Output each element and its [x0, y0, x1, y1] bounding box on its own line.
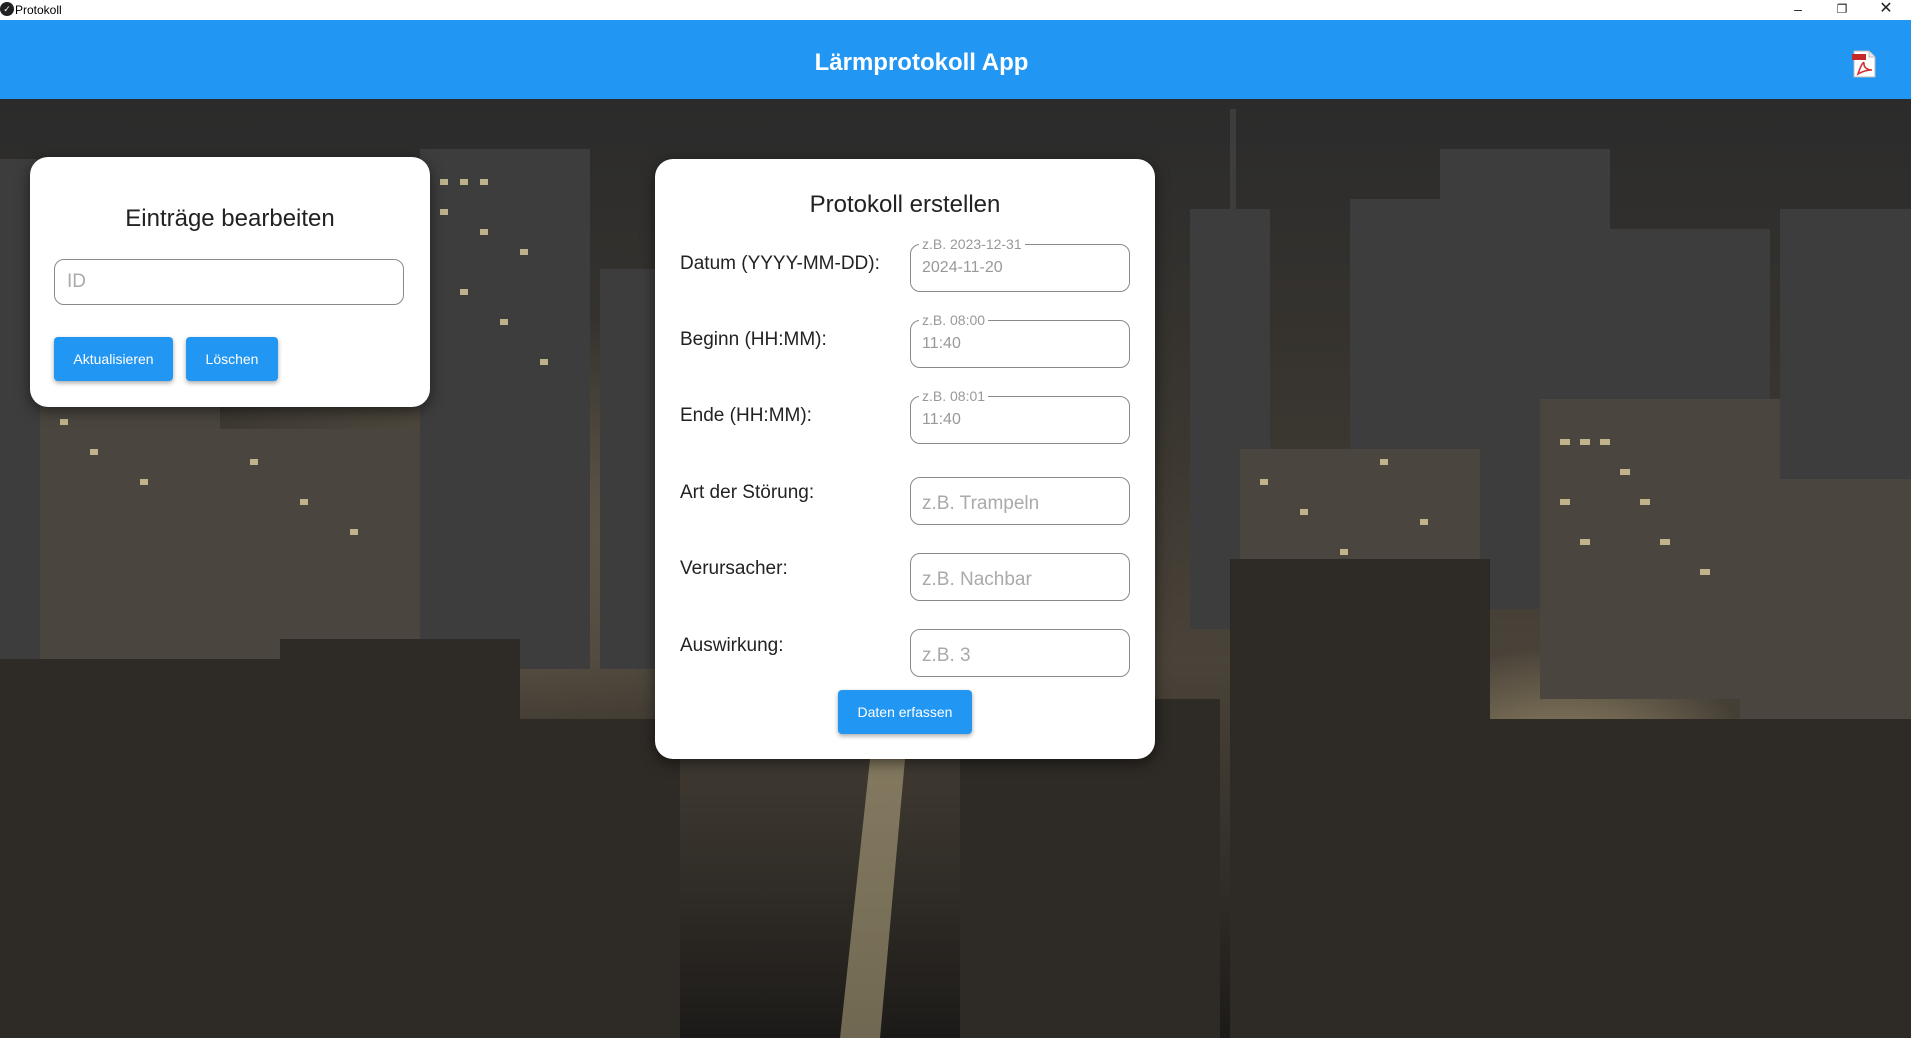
start-time-hint: z.B. 08:00 [919, 312, 989, 328]
delete-button[interactable]: Löschen [186, 337, 278, 381]
app-icon: ✓ [0, 2, 14, 16]
window-title: Protokoll [15, 3, 62, 17]
app-title: Lärmprotokoll App [814, 49, 1029, 76]
causer-label: Verursacher: [680, 558, 788, 579]
edit-card-title: Einträge bearbeiten [125, 205, 335, 232]
edit-entries-card: Einträge bearbeiten Aktualisieren Lösche… [30, 157, 430, 407]
end-time-value: 11:40 [922, 411, 961, 428]
create-card-title: Protokoll erstellen [809, 191, 1001, 218]
impact-field[interactable]: z.B. 3 [910, 629, 1130, 677]
disturbance-type-field[interactable]: z.B. Trampeln [910, 477, 1130, 525]
end-time-field[interactable]: z.B. 08:01 11:40 [910, 388, 1130, 444]
disturbance-type-label: Art der Störung: [680, 482, 815, 503]
date-value: 2024-11-20 [922, 259, 1003, 276]
start-time-label: Beginn (HH:MM): [680, 329, 827, 350]
date-label: Datum (YYYY-MM-DD): [680, 253, 880, 274]
impact-label: Auswirkung: [680, 635, 784, 656]
end-time-hint: z.B. 08:01 [919, 388, 989, 404]
causer-placeholder: z.B. Nachbar [922, 569, 1032, 590]
minimize-icon[interactable]: – [1778, 0, 1818, 20]
create-protocol-card: Protokoll erstellen Datum (YYYY-MM-DD): … [655, 159, 1155, 759]
date-field[interactable]: z.B. 2023-12-31 2024-11-20 [910, 236, 1130, 292]
impact-placeholder: z.B. 3 [922, 645, 971, 666]
disturbance-type-placeholder: z.B. Trampeln [922, 493, 1040, 514]
window-titlebar: ✓ Protokoll – ❐ ✕ [0, 0, 1911, 20]
update-button[interactable]: Aktualisieren [54, 337, 173, 381]
app-bar: Lärmprotokoll App [0, 20, 1911, 99]
submit-data-button[interactable]: Daten erfassen [838, 690, 972, 734]
pdf-icon[interactable] [1851, 50, 1877, 78]
id-input[interactable] [54, 259, 404, 305]
causer-field[interactable]: z.B. Nachbar [910, 553, 1130, 601]
start-time-field[interactable]: z.B. 08:00 11:40 [910, 312, 1130, 368]
close-icon[interactable]: ✕ [1866, 0, 1906, 20]
start-time-value: 11:40 [922, 335, 961, 352]
end-time-label: Ende (HH:MM): [680, 405, 812, 426]
maximize-icon[interactable]: ❐ [1822, 0, 1862, 20]
date-hint: z.B. 2023-12-31 [919, 236, 1025, 252]
